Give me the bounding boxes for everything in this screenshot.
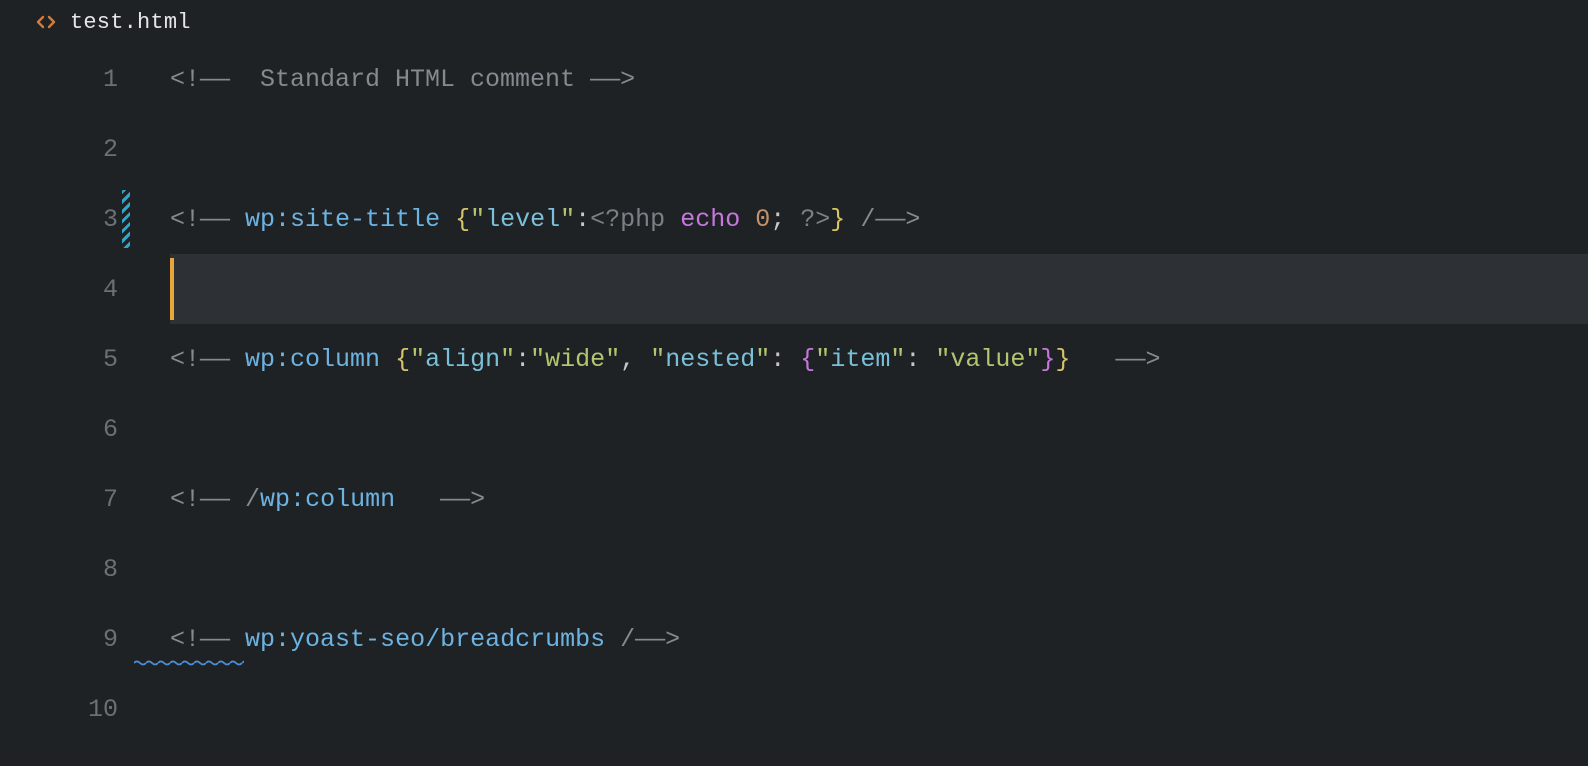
vcs-modified-indicator: [122, 190, 130, 248]
code-line-active[interactable]: 4: [0, 254, 1588, 324]
code-line[interactable]: 2: [0, 114, 1588, 184]
tab-bar: test.html: [0, 0, 1588, 44]
code-icon: [34, 10, 58, 34]
code-line[interactable]: 1 <!—— Standard HTML comment ——>: [0, 44, 1588, 114]
lint-warning-underline: [134, 660, 244, 666]
tab-filename[interactable]: test.html: [70, 10, 191, 35]
code-line[interactable]: 6: [0, 394, 1588, 464]
line-number: 5: [0, 345, 170, 374]
line-number: 8: [0, 555, 170, 584]
code-content: <!—— /wp:column ——>: [170, 485, 1588, 514]
code-content: <!—— Standard HTML comment ——>: [170, 65, 1588, 94]
line-number: 7: [0, 485, 170, 514]
code-line[interactable]: 7 <!—— /wp:column ——>: [0, 464, 1588, 534]
line-number: 3: [0, 205, 170, 234]
code-line[interactable]: 8: [0, 534, 1588, 604]
code-line[interactable]: 10: [0, 674, 1588, 744]
code-content: <!—— wp:site-title {"level":<?php echo 0…: [170, 205, 1588, 234]
line-number: 10: [0, 695, 170, 724]
line-number: 2: [0, 135, 170, 164]
text-cursor: [170, 258, 174, 320]
code-content: <!—— wp:yoast-seo/breadcrumbs /——>: [170, 625, 1588, 654]
line-number: 9: [0, 625, 170, 654]
line-number: 4: [0, 275, 170, 304]
code-line[interactable]: 3 <!—— wp:site-title {"level":<?php echo…: [0, 184, 1588, 254]
line-number: 6: [0, 415, 170, 444]
line-number: 1: [0, 65, 170, 94]
code-line[interactable]: 5 <!—— wp:column {"align":"wide", "neste…: [0, 324, 1588, 394]
code-content: <!—— wp:column {"align":"wide", "nested"…: [170, 345, 1588, 374]
code-editor[interactable]: 1 <!—— Standard HTML comment ——> 2 3 <!—…: [0, 44, 1588, 744]
code-line[interactable]: 9 <!—— wp:yoast-seo/breadcrumbs /——>: [0, 604, 1588, 674]
